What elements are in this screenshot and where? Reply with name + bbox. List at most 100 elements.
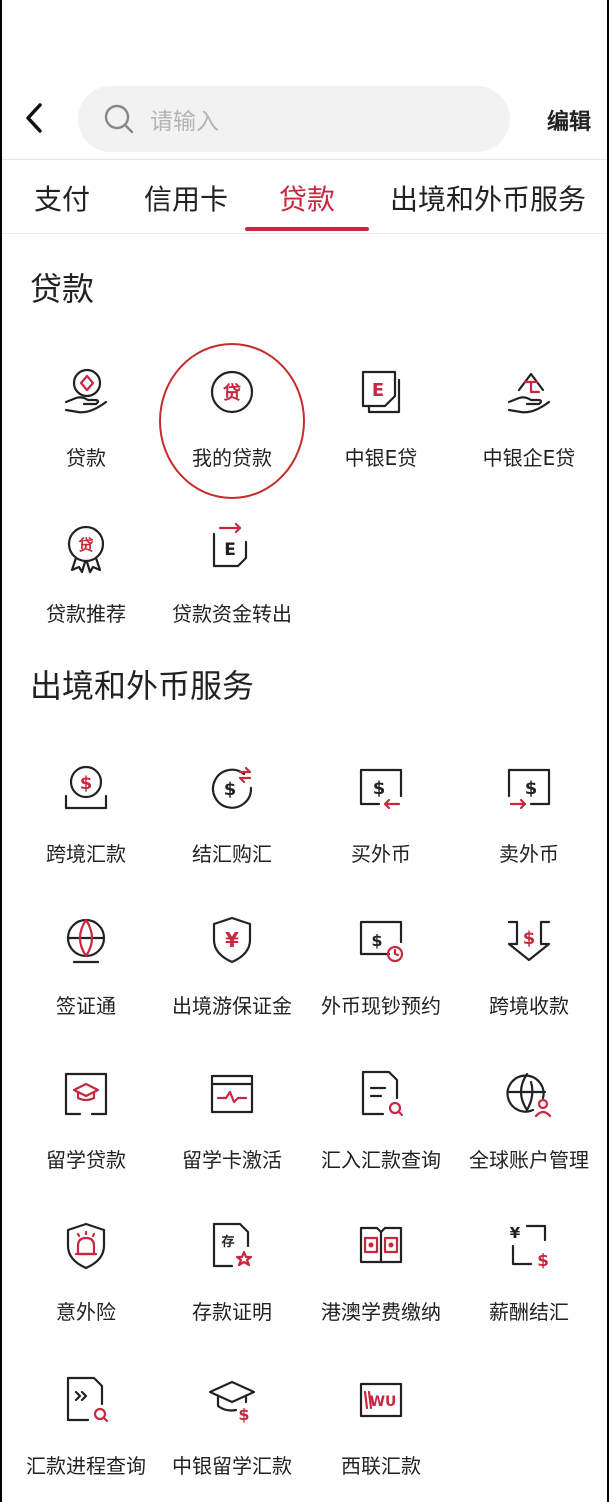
- grid-item-deposit-certificate[interactable]: 存 存款证明: [158, 1218, 306, 1358]
- grid-item-label: 中银留学汇款: [172, 1454, 292, 1478]
- category-tabs: 支付 信用卡 贷款 出境和外币服务: [2, 160, 607, 233]
- grid-item-western-union[interactable]: WU 西联汇款: [307, 1372, 455, 1502]
- loan-badge-icon: 贷: [67, 525, 105, 574]
- grid-item-inward-remit-query[interactable]: 汇入汇款查询: [307, 1066, 455, 1206]
- tabs-divider: [2, 233, 607, 234]
- grid-item-label: 存款证明: [192, 1300, 272, 1324]
- header-bar: 请输入 编辑: [2, 84, 607, 154]
- grid-item-label: 汇入汇款查询: [321, 1148, 441, 1172]
- grid-item-boc-enterprise-e-loan[interactable]: 中银企E贷: [455, 364, 603, 504]
- grid-item-cash-reservation[interactable]: $ 外币现钞预约: [307, 912, 455, 1052]
- svg-text:$: $: [371, 931, 382, 950]
- grid-item-study-card-activate[interactable]: 留学卡激活: [158, 1066, 306, 1206]
- svg-text:E: E: [372, 380, 384, 401]
- buy-currency-icon: $: [359, 768, 403, 810]
- grid-item-label: 跨境汇款: [46, 842, 126, 866]
- search-input[interactable]: 请输入: [78, 86, 510, 152]
- grid-item-study-loan[interactable]: 留学贷款: [12, 1066, 160, 1206]
- grid-item-buy-foreign-currency[interactable]: $ 买外币: [307, 760, 455, 900]
- section-title-cross-border: 出境和外币服务: [30, 667, 255, 705]
- grid-item-loan[interactable]: 贷款: [12, 364, 160, 504]
- doc-search-icon: [361, 1070, 404, 1117]
- e-loan-doc-icon: E: [361, 370, 401, 414]
- highlight-annotation-circle: [159, 343, 305, 499]
- tab-cross-border-services[interactable]: 出境和外币服务: [390, 178, 586, 218]
- chevron-left-icon: [26, 103, 42, 133]
- graduation-book-icon: [64, 1072, 108, 1116]
- western-union-icon: WU: [359, 1382, 403, 1418]
- grid-item-label: 跨境收款: [489, 994, 569, 1018]
- svg-text:$: $: [537, 1251, 549, 1271]
- grad-cap-dollar-icon: $: [208, 1380, 256, 1424]
- grid-item-label: 西联汇款: [341, 1454, 421, 1478]
- globe-user-icon: [506, 1072, 552, 1118]
- hand-building-icon: [507, 372, 551, 414]
- svg-text:存: 存: [221, 1234, 234, 1250]
- active-tab-indicator: [245, 227, 369, 231]
- svg-text:$: $: [525, 778, 538, 799]
- tab-loan[interactable]: 贷款: [279, 178, 335, 218]
- svg-text:$: $: [523, 928, 536, 949]
- dollar-receive-icon: $: [507, 920, 551, 962]
- search-placeholder: 请输入: [150, 109, 219, 135]
- hand-diamond-icon: [64, 368, 108, 414]
- grid-item-sell-foreign-currency[interactable]: $ 卖外币: [455, 760, 603, 900]
- grid-item-salary-settlement[interactable]: ¥ $ 薪酬结汇: [455, 1218, 603, 1358]
- grid-item-cross-border-receive[interactable]: $ 跨境收款: [455, 912, 603, 1052]
- svg-text:¥: ¥: [225, 928, 239, 952]
- grid-item-label: 贷款资金转出: [172, 602, 292, 626]
- tab-credit-card[interactable]: 信用卡: [144, 178, 228, 218]
- grid-item-label: 留学卡激活: [182, 1148, 282, 1172]
- e-transfer-doc-icon: E: [212, 522, 248, 568]
- grid-item-loan-transfer-out[interactable]: E 贷款资金转出: [158, 520, 306, 660]
- grid-item-label: 汇款进程查询: [26, 1454, 146, 1478]
- grid-item-visa-pass[interactable]: 签证通: [12, 912, 160, 1052]
- grid-item-cross-border-remit[interactable]: $ 跨境汇款: [12, 760, 160, 900]
- grid-item-label: 薪酬结汇: [489, 1300, 569, 1324]
- deposit-certificate-icon: 存: [212, 1222, 253, 1268]
- svg-text:$: $: [373, 778, 386, 799]
- grid-item-label: 贷款: [66, 446, 106, 470]
- grid-item-label: 港澳学费缴纳: [321, 1300, 441, 1324]
- grid-item-boc-study-remit[interactable]: $ 中银留学汇款: [158, 1372, 306, 1502]
- hk-macau-book-icon: [359, 1226, 403, 1264]
- grid-item-label: 全球账户管理: [469, 1148, 589, 1172]
- grid-item-label: 外币现钞预约: [321, 994, 441, 1018]
- grid-item-label: 卖外币: [499, 842, 559, 866]
- svg-text:$: $: [80, 773, 93, 794]
- section-title-loan: 贷款: [30, 270, 95, 308]
- grid-item-label: 意外险: [56, 1300, 116, 1324]
- grid-item-label: 中银企E贷: [482, 446, 576, 470]
- shield-alarm-icon: [66, 1222, 106, 1270]
- grid-item-label: 结汇购汇: [192, 842, 272, 866]
- svg-text:$: $: [238, 1405, 249, 1424]
- sell-currency-icon: $: [507, 768, 551, 810]
- grid-item-fx-settlement[interactable]: $ 结汇购汇: [158, 760, 306, 900]
- grid-item-loan-recommend[interactable]: 贷 贷款推荐: [12, 520, 160, 660]
- grid-item-accident-insurance[interactable]: 意外险: [12, 1218, 160, 1358]
- back-button[interactable]: [16, 96, 52, 140]
- dollar-exchange-icon: $: [211, 766, 253, 809]
- grid-item-remit-progress-query[interactable]: 汇款进程查询: [12, 1372, 160, 1502]
- tab-payment[interactable]: 支付: [34, 178, 90, 218]
- yuan-shield-icon: ¥: [212, 916, 252, 964]
- grid-item-label: 出境游保证金: [172, 994, 292, 1018]
- grid-item-label: 留学贷款: [46, 1148, 126, 1172]
- svg-text:E: E: [224, 540, 236, 560]
- edit-button[interactable]: 编辑: [547, 104, 591, 136]
- salary-exchange-icon: ¥ $: [510, 1224, 549, 1271]
- grid-item-label: 中银E贷: [344, 446, 418, 470]
- grid-item-label: 贷款推荐: [46, 602, 126, 626]
- grid-item-boc-e-loan[interactable]: E 中银E贷: [307, 364, 455, 504]
- svg-text:¥: ¥: [510, 1224, 521, 1242]
- globe-icon: [66, 918, 106, 964]
- svg-text:贷: 贷: [78, 536, 93, 554]
- grid-item-global-account[interactable]: 全球账户管理: [455, 1066, 603, 1206]
- svg-text:WU: WU: [370, 1394, 397, 1410]
- grid-item-label: 买外币: [351, 842, 411, 866]
- grid-item-hk-macau-tuition[interactable]: 港澳学费缴纳: [307, 1218, 455, 1358]
- grid-item-label: 签证通: [56, 994, 116, 1018]
- card-pulse-icon: [210, 1074, 254, 1114]
- grid-item-travel-deposit[interactable]: ¥ 出境游保证金: [158, 912, 306, 1052]
- dollar-coin-tray-icon: $: [64, 765, 108, 810]
